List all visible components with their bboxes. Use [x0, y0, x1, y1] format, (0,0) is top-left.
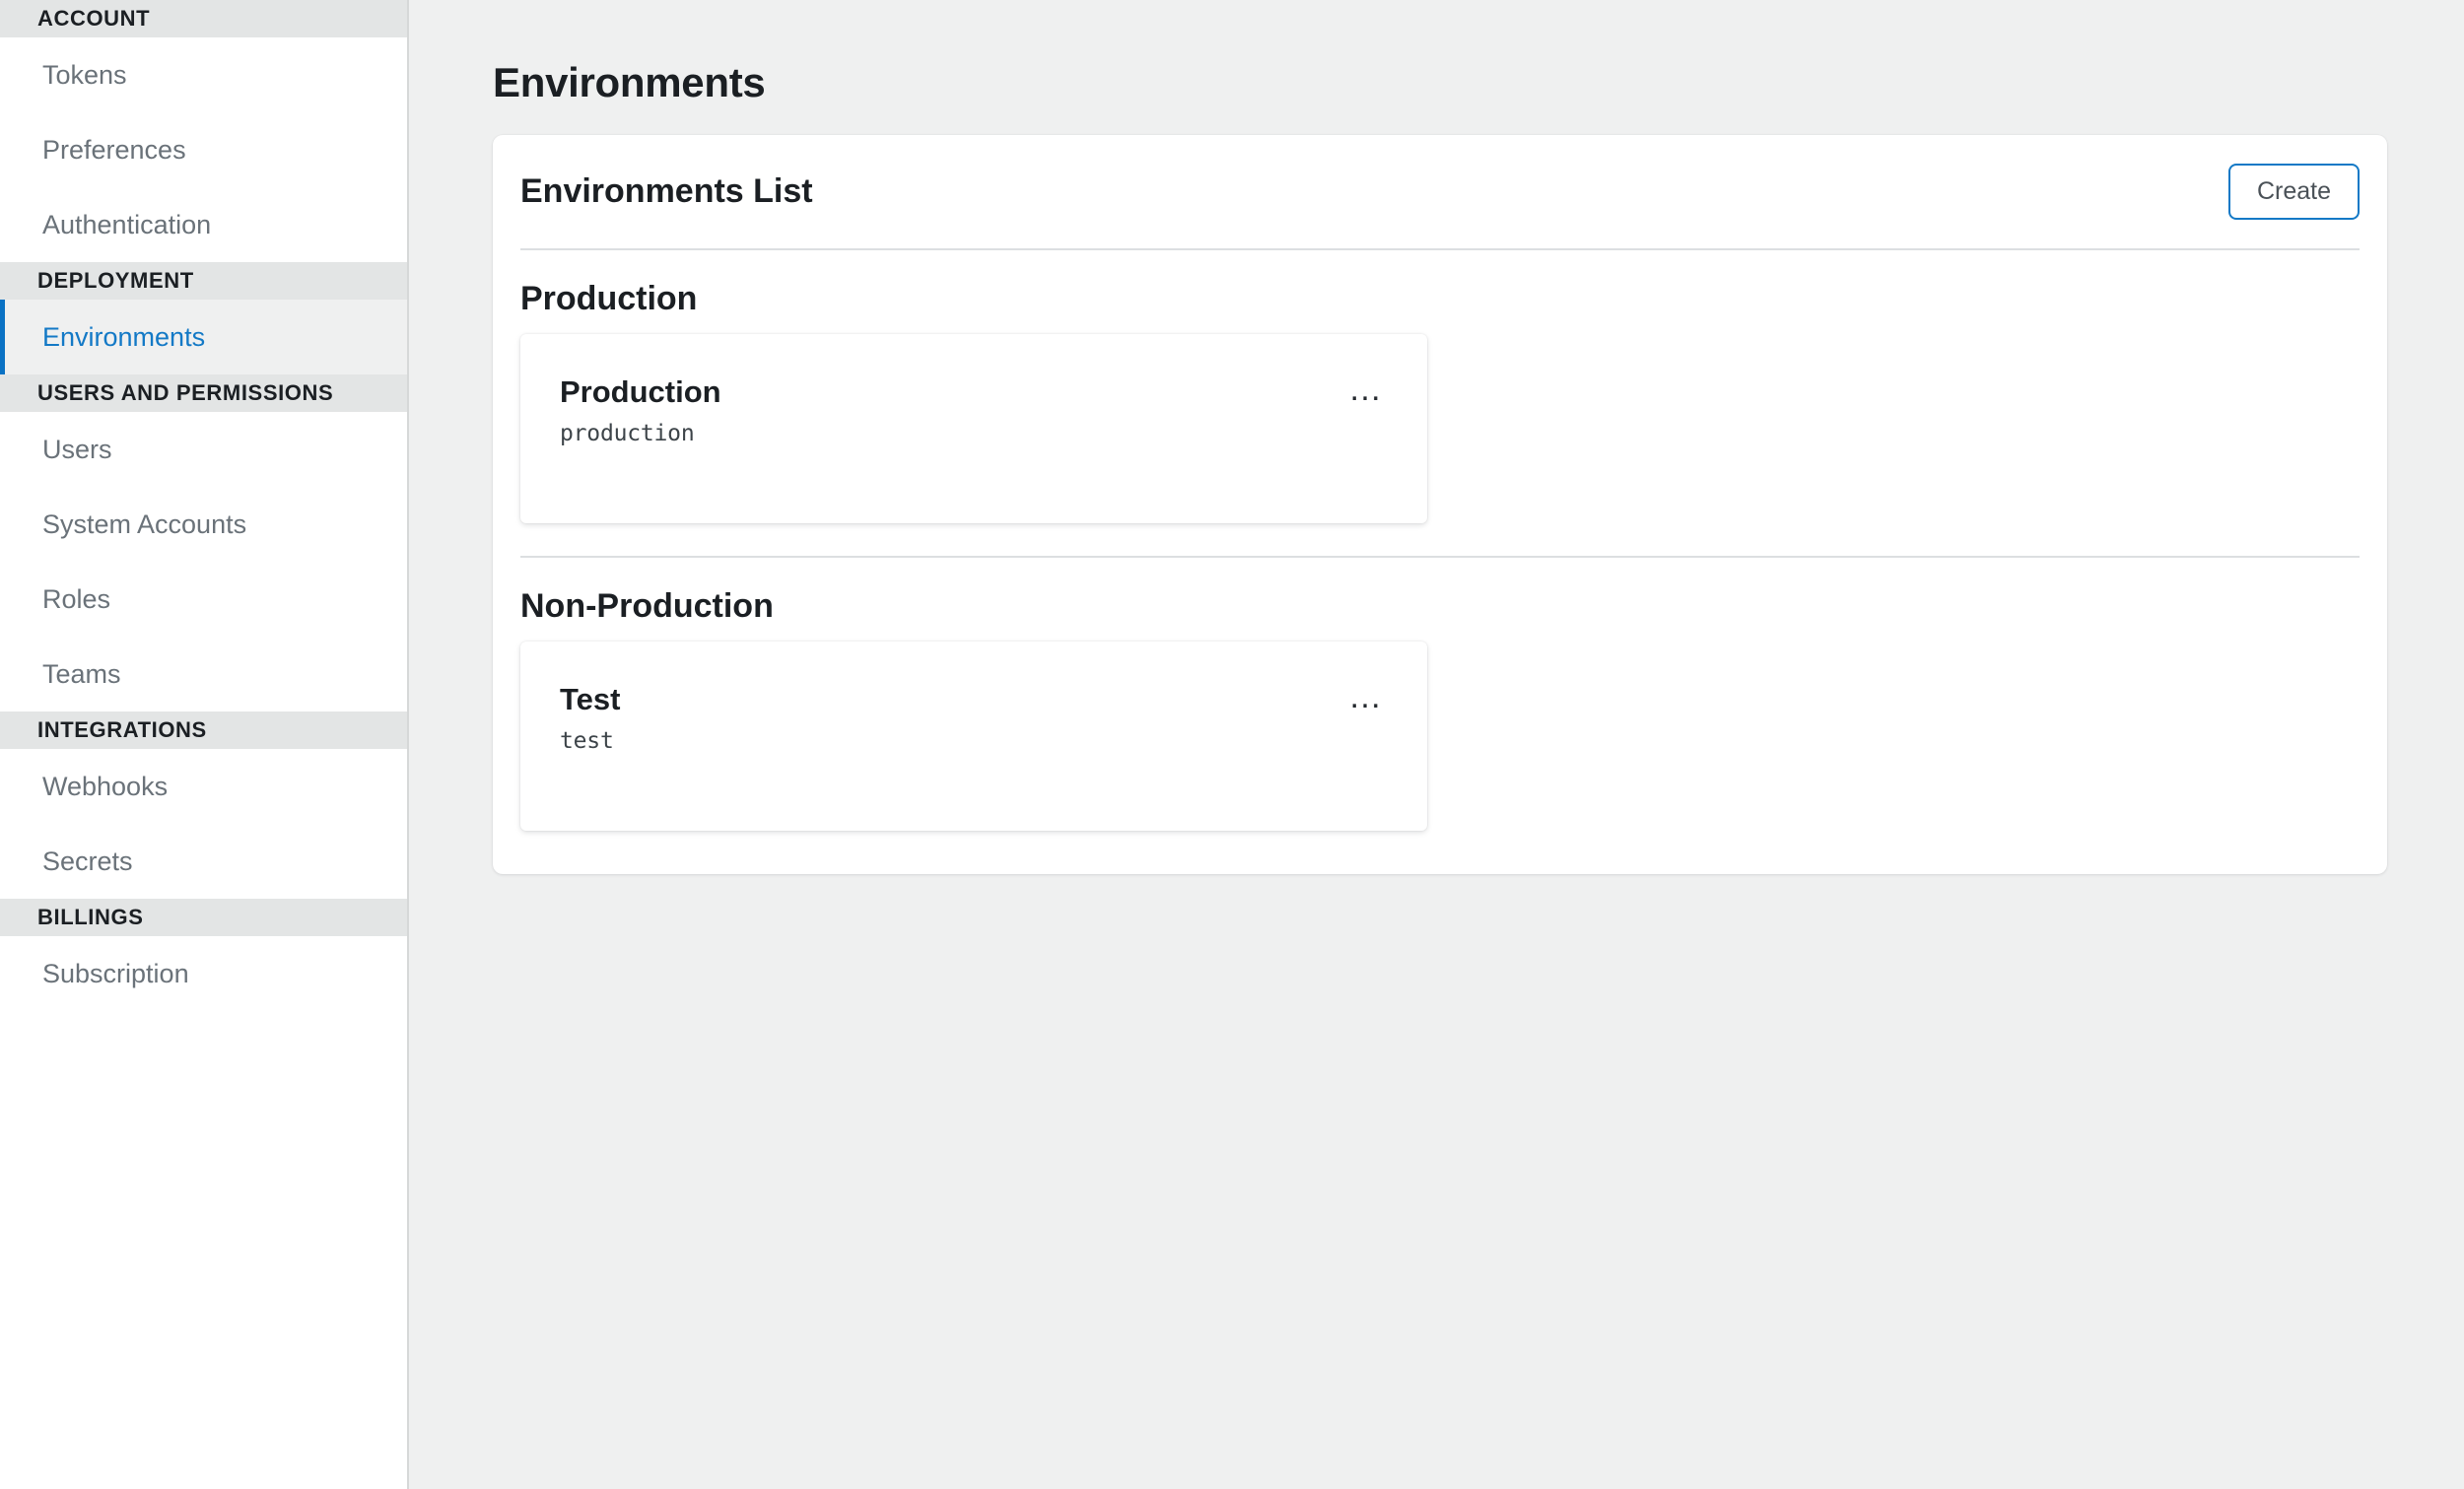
environment-name: Production: [560, 375, 721, 409]
environment-group-title: Non-Production: [520, 558, 2360, 642]
environment-groups: ProductionProductionproduction…Non-Produ…: [493, 250, 2387, 831]
sidebar-item-roles[interactable]: Roles: [0, 562, 407, 637]
environment-slug: production: [560, 421, 721, 446]
sidebar-section-header-users-and-permissions: USERS AND PERMISSIONS: [0, 374, 407, 412]
sidebar-item-label: Environments: [37, 322, 205, 353]
sidebar-item-system-accounts[interactable]: System Accounts: [0, 487, 407, 562]
sidebar-item-secrets[interactable]: Secrets: [0, 824, 407, 899]
page-title: Environments: [493, 59, 765, 106]
sidebar-item-label: Users: [37, 435, 112, 465]
environment-group: Production Production production …: [493, 250, 2387, 558]
create-button[interactable]: Create: [2228, 164, 2360, 221]
environments-list-panel: Environments List Create ProductionProdu…: [493, 135, 2387, 874]
sidebar-section-header-integrations: INTEGRATIONS: [0, 711, 407, 749]
environment-slug: test: [560, 728, 620, 754]
environment-card-text: Test test: [560, 683, 620, 754]
panel-title: Environments List: [520, 172, 813, 211]
sidebar-item-label: System Accounts: [37, 509, 246, 540]
sidebar-item-webhooks[interactable]: Webhooks: [0, 749, 407, 824]
sidebar-item-authentication[interactable]: Authentication: [0, 187, 407, 262]
kebab-horizontal-icon[interactable]: …: [1342, 375, 1390, 403]
sidebar-item-tokens[interactable]: Tokens: [0, 37, 407, 112]
sidebar-item-label: Teams: [37, 659, 121, 690]
sidebar-item-preferences[interactable]: Preferences: [0, 112, 407, 187]
environment-card[interactable]: Test test …: [520, 642, 1427, 831]
sidebar-item-label: Subscription: [37, 959, 189, 989]
environment-card-text: Production production: [560, 375, 721, 446]
environment-card[interactable]: Production production …: [520, 334, 1427, 523]
sidebar-item-label: Authentication: [37, 210, 211, 240]
sidebar-item-label: Roles: [37, 584, 110, 615]
settings-sidebar: ACCOUNT Tokens Preferences Authentication DE…: [0, 0, 409, 1489]
sidebar-item-subscription[interactable]: Subscription: [0, 936, 407, 1011]
environment-group: Non-Production Test test …: [493, 558, 2387, 831]
main-content: Environments Environments List Create Pr…: [409, 0, 2464, 1489]
sidebar-section-header-billings: BILLINGS: [0, 899, 407, 936]
panel-header: Environments List Create: [493, 135, 2387, 248]
sidebar-item-teams[interactable]: Teams: [0, 637, 407, 711]
sidebar-section-header-account: ACCOUNT: [0, 0, 407, 37]
environment-card-row: Test test …: [560, 683, 1390, 754]
environment-group-title: Production: [520, 250, 2360, 334]
kebab-horizontal-icon[interactable]: …: [1342, 683, 1390, 711]
sidebar-section-header-deployment: DEPLOYMENT: [0, 262, 407, 300]
environment-card-row: Production production …: [560, 375, 1390, 446]
sidebar-item-label: Tokens: [37, 60, 127, 91]
sidebar-item-users[interactable]: Users: [0, 412, 407, 487]
sidebar-item-environments[interactable]: Environments: [0, 300, 407, 374]
sidebar-item-label: Preferences: [37, 135, 186, 166]
environment-name: Test: [560, 683, 620, 716]
sidebar-item-label: Secrets: [37, 846, 133, 877]
sidebar-item-label: Webhooks: [37, 772, 168, 802]
